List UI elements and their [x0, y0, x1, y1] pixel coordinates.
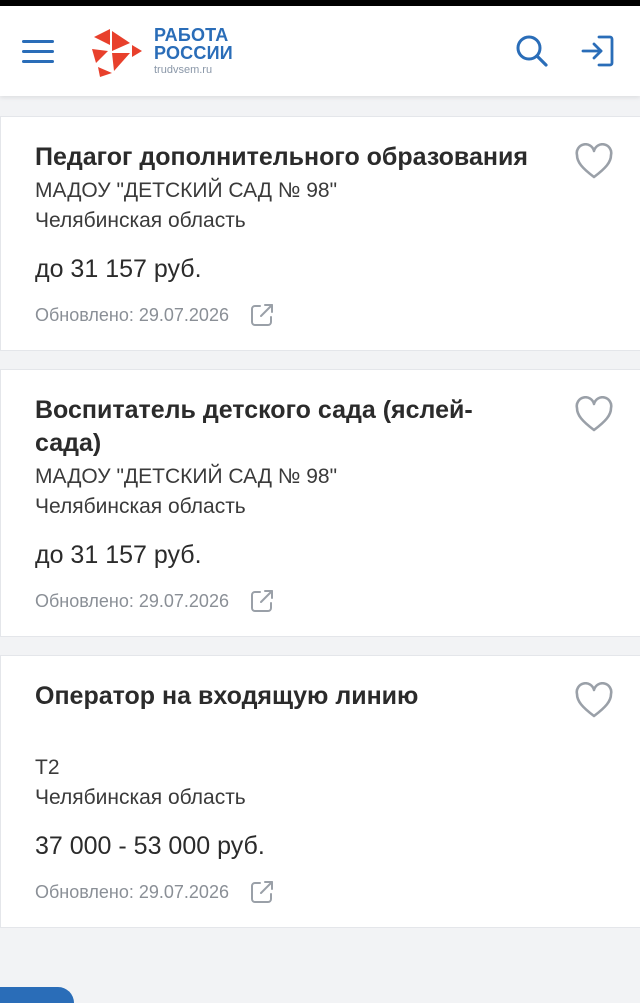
logo-line-1: РАБОТА [154, 25, 229, 45]
logo-domain: trudvsem.ru [154, 64, 213, 76]
header-actions [512, 31, 618, 71]
vacancy-salary: 37 000 - 53 000 руб. [35, 832, 265, 860]
vacancy-meta: Обновлено: 29.07.2026 [35, 302, 530, 328]
vacancy-salary: до 31 157 руб. [35, 255, 202, 283]
app-header: РАБОТА РОССИИ trudvsem.ru [0, 6, 640, 96]
logo[interactable]: РАБОТА РОССИИ trudvsem.ru [88, 23, 233, 79]
vacancy-meta: Обновлено: 29.07.2026 [35, 588, 530, 614]
logo-text: РАБОТА РОССИИ trudvsem.ru [154, 26, 233, 76]
vacancy-updated: Обновлено: 29.07.2026 [35, 590, 229, 611]
login-icon[interactable] [578, 31, 618, 71]
hamburger-menu-icon[interactable] [22, 33, 58, 69]
vacancy-employer: T2 [35, 756, 60, 779]
logo-line-2: РОССИИ [154, 43, 233, 63]
vacancy-updated: Обновлено: 29.07.2026 [35, 304, 229, 325]
vacancy-region: Челябинская область [35, 209, 246, 232]
search-icon[interactable] [512, 31, 552, 71]
vacancy-salary: до 31 157 руб. [35, 541, 202, 569]
vacancy-region: Челябинская область [35, 786, 246, 809]
vacancy-title[interactable]: Воспитатель детского сада (яслей-сада) [35, 394, 530, 460]
vacancy-title[interactable]: Оператор на входящую линию [35, 680, 530, 713]
vacancy-employer: МАДОУ "ДЕТСКИЙ САД № 98" [35, 465, 338, 488]
external-link-icon[interactable] [249, 879, 275, 905]
heart-icon[interactable] [574, 396, 614, 434]
vacancy-card[interactable]: Воспитатель детского сада (яслей-сада) М… [0, 369, 640, 637]
logo-mark-icon [92, 29, 142, 77]
heart-icon[interactable] [574, 682, 614, 720]
heart-icon[interactable] [574, 143, 614, 181]
vacancy-list: Педагог дополнительного образования МАДО… [0, 96, 640, 928]
vacancy-employer: МАДОУ "ДЕТСКИЙ САД № 98" [35, 179, 338, 202]
vacancy-title[interactable]: Педагог дополнительного образования [35, 141, 530, 174]
external-link-icon[interactable] [249, 302, 275, 328]
vacancy-card[interactable]: Оператор на входящую линию T2 Челябинска… [0, 655, 640, 928]
external-link-icon[interactable] [249, 588, 275, 614]
vacancy-meta: Обновлено: 29.07.2026 [35, 879, 530, 905]
vacancy-card[interactable]: Педагог дополнительного образования МАДО… [0, 116, 640, 351]
vacancy-region: Челябинская область [35, 495, 246, 518]
vacancy-updated: Обновлено: 29.07.2026 [35, 881, 229, 902]
floating-action-button[interactable] [0, 987, 74, 1003]
